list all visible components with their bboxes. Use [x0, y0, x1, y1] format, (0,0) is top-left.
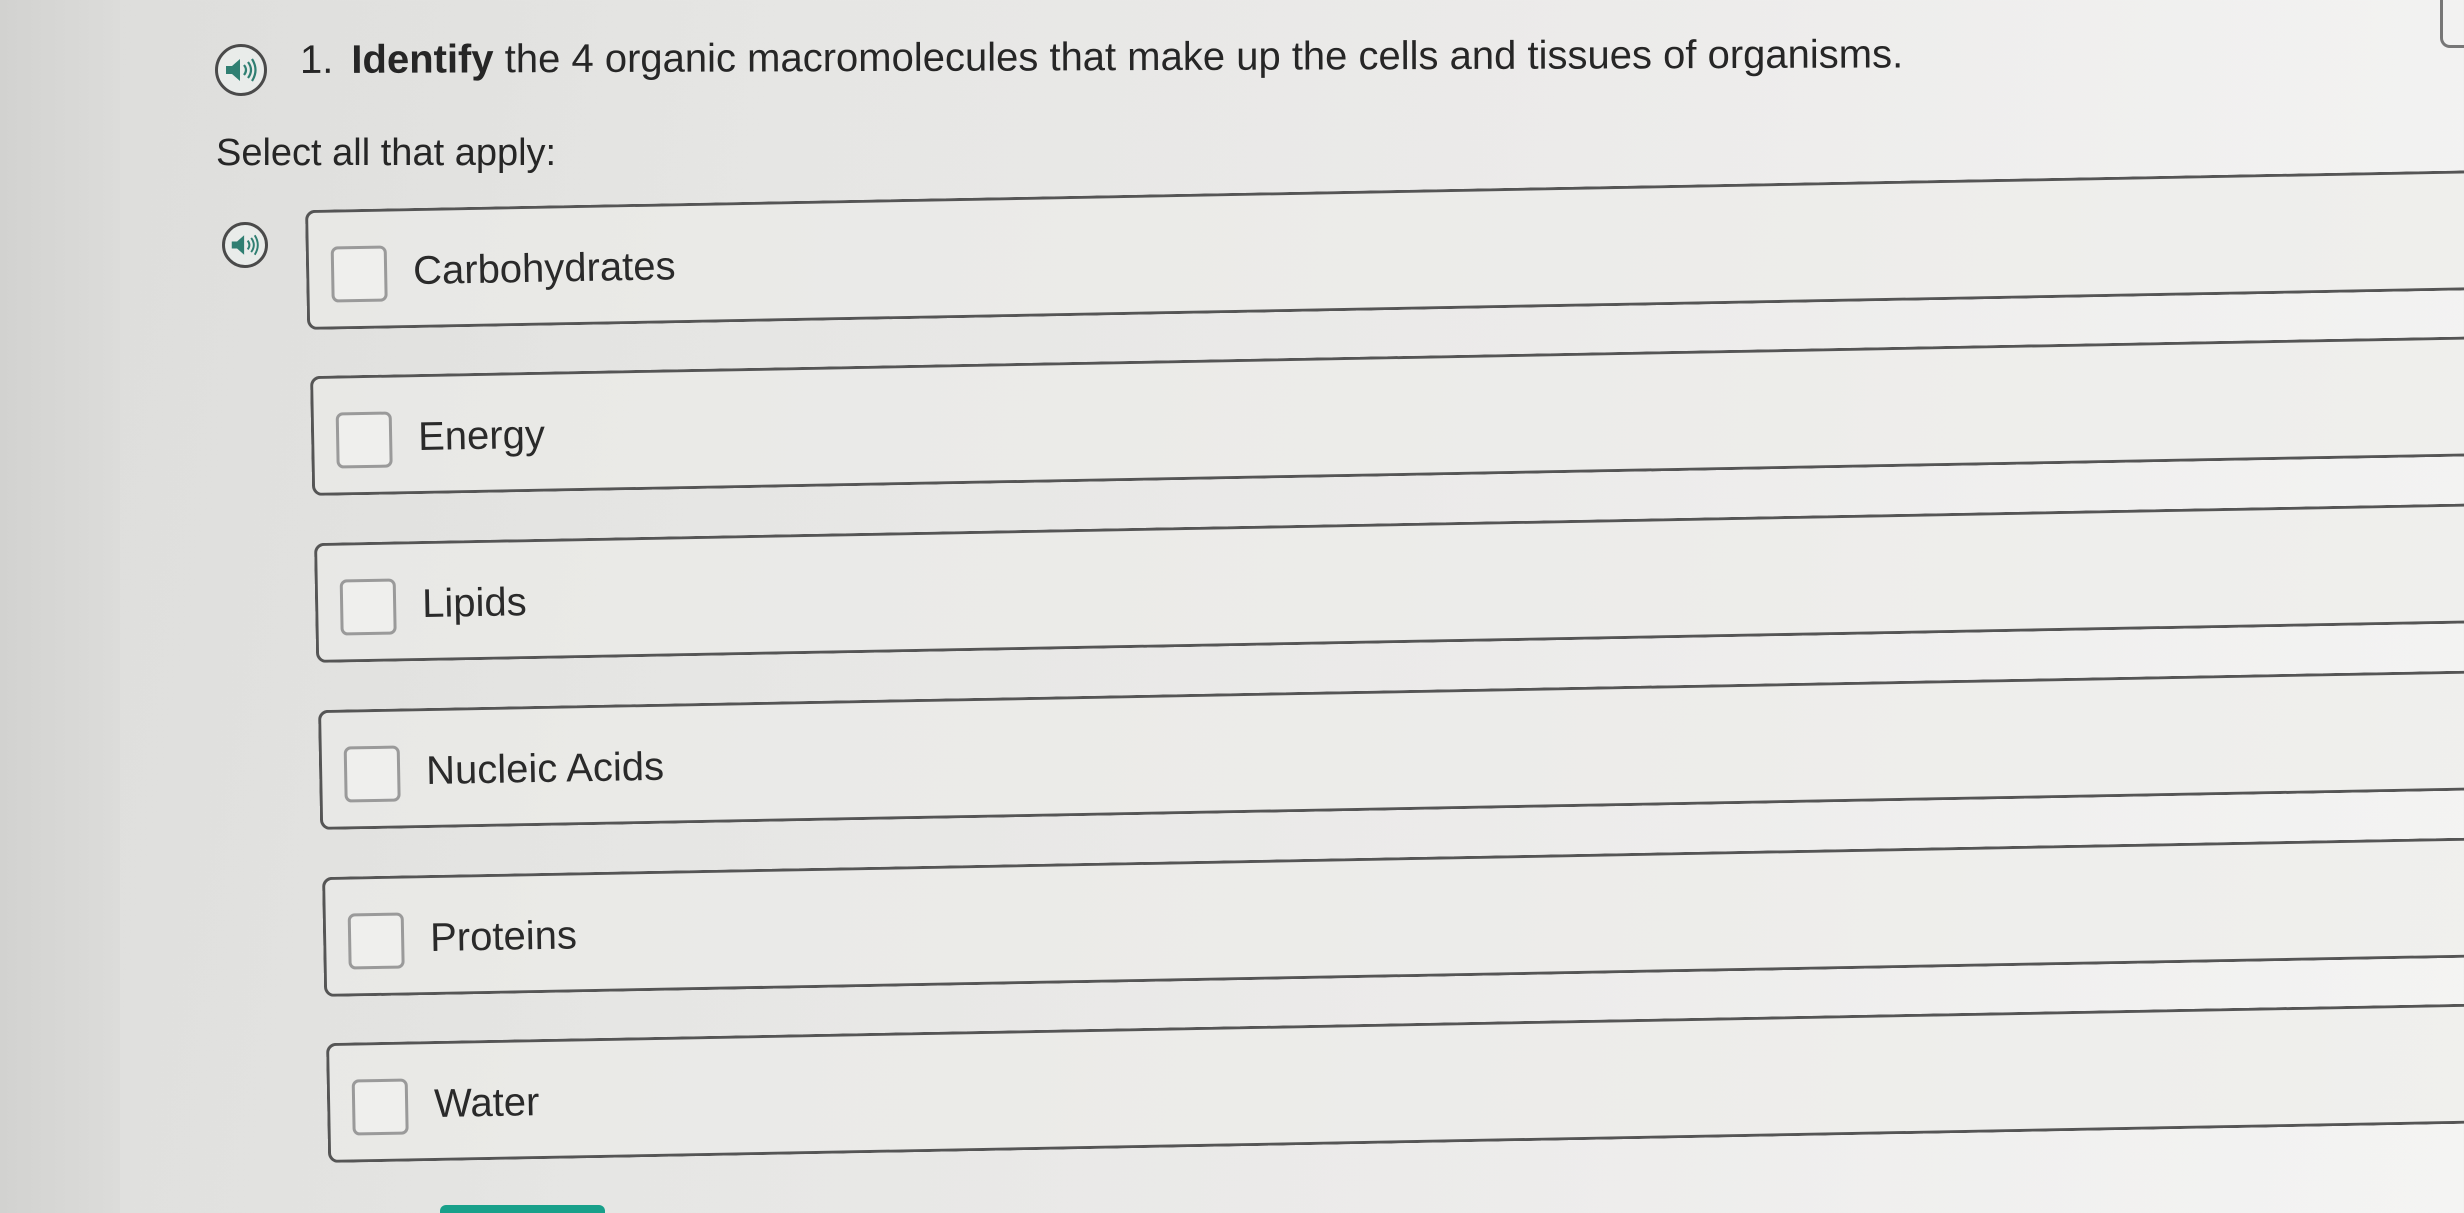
checkbox[interactable]: [335, 411, 393, 469]
checkbox[interactable]: [351, 1078, 409, 1136]
checkbox[interactable]: [339, 578, 397, 636]
submit-button-edge[interactable]: [440, 1205, 605, 1213]
question-audio-button[interactable]: [215, 44, 267, 96]
option-water[interactable]: Water: [326, 999, 2464, 1163]
option-label: Proteins: [429, 913, 578, 961]
option-label: Nucleic Acids: [425, 744, 665, 794]
panel-corner: [2440, 0, 2464, 48]
question-number: 1.: [299, 37, 334, 82]
speaker-icon: [226, 58, 257, 82]
checkbox[interactable]: [347, 912, 405, 970]
option-audio-button[interactable]: [222, 222, 268, 268]
checkbox[interactable]: [330, 245, 388, 303]
option-nucleic-acids[interactable]: Nucleic Acids: [318, 666, 2464, 830]
option-carbohydrates[interactable]: Carbohydrates: [305, 166, 2464, 330]
option-label: Water: [433, 1080, 540, 1127]
speaker-icon: [231, 234, 259, 256]
question-keyword: Identify: [351, 37, 494, 82]
question-text: 1. Identify the 4 organic macromolecules …: [300, 32, 1903, 83]
option-label: Carbohydrates: [412, 244, 676, 294]
checkbox[interactable]: [343, 745, 401, 803]
option-label: Lipids: [421, 580, 528, 627]
option-proteins[interactable]: Proteins: [322, 833, 2464, 997]
option-label: Energy: [417, 412, 546, 460]
page-margin: [0, 0, 120, 1213]
question-body: the 4 organic macromolecules that make u…: [493, 32, 1904, 82]
option-lipids[interactable]: Lipids: [314, 499, 2464, 663]
instruction-text: Select all that apply:: [216, 132, 557, 174]
option-energy[interactable]: Energy: [310, 332, 2464, 496]
